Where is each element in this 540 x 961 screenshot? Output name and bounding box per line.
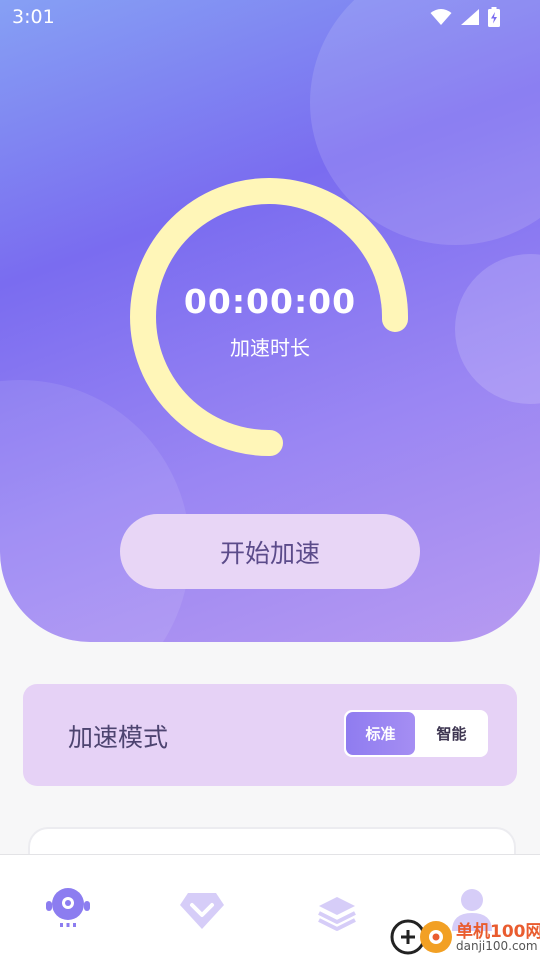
watermark-logo-icon <box>390 919 452 955</box>
layers-icon <box>318 897 356 931</box>
watermark-subtitle: danji100.com <box>456 939 538 953</box>
acceleration-mode-card: 加速模式 标准 智能 <box>23 684 517 786</box>
timer-label: 加速时长 <box>230 336 310 360</box>
start-acceleration-button[interactable]: 开始加速 <box>120 514 420 589</box>
mode-title: 加速模式 <box>68 723 169 752</box>
tab-vip[interactable] <box>178 885 226 933</box>
tab-accelerate[interactable] <box>44 885 92 933</box>
mode-toggle: 标准 智能 <box>344 710 488 757</box>
mode-option-standard[interactable]: 标准 <box>346 712 415 755</box>
robot-icon <box>46 888 90 927</box>
mode-option-smart[interactable]: 智能 <box>417 712 486 755</box>
site-watermark: 单机100网 danji100.com <box>390 914 540 960</box>
diamond-icon <box>180 893 224 929</box>
timer-display: 00:00:00 <box>183 282 357 321</box>
tab-games[interactable] <box>313 885 361 933</box>
